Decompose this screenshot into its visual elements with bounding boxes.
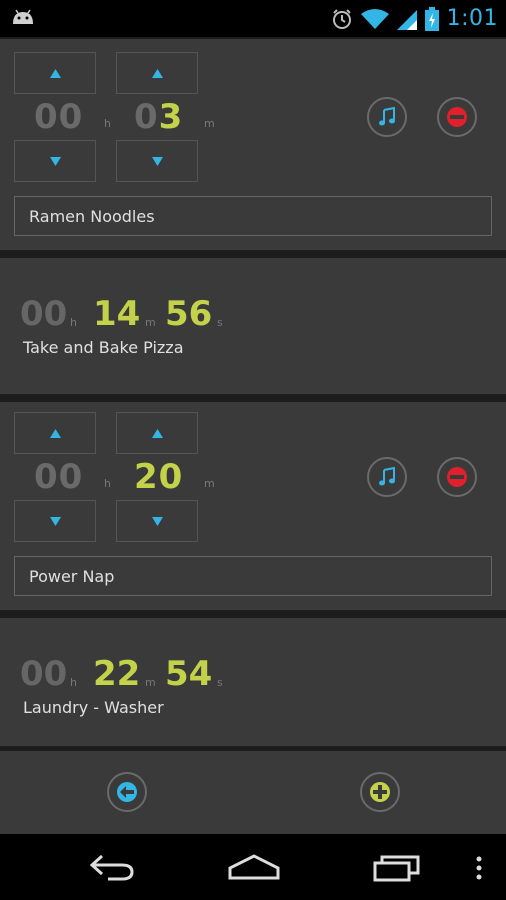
hours-value: 00 <box>34 457 84 497</box>
hours-value: 00 <box>34 97 84 137</box>
running-hours-unit: h <box>70 676 77 689</box>
back-button[interactable] <box>107 772 147 812</box>
alarm-icon <box>332 8 351 29</box>
music-note-icon <box>379 467 395 486</box>
running-seconds: 54 <box>165 654 213 694</box>
down-arrow-icon <box>151 516 163 526</box>
nav-recents-icon[interactable] <box>372 852 422 882</box>
hours-up-button[interactable] <box>14 52 96 94</box>
android-icon <box>13 9 33 24</box>
timer-name-label: Laundry - Washer <box>23 698 164 717</box>
wifi-icon <box>360 8 389 29</box>
plus-icon <box>370 782 390 802</box>
up-arrow-icon <box>151 428 163 438</box>
running-hours: 00 <box>20 294 68 334</box>
hours-down-button[interactable] <box>14 500 96 542</box>
down-arrow-icon <box>151 156 163 166</box>
running-seconds: 56 <box>165 294 213 334</box>
hours-unit: h <box>104 477 111 490</box>
minutes-down-button[interactable] <box>116 500 198 542</box>
down-arrow-icon <box>49 516 61 526</box>
overflow-menu-icon[interactable] <box>474 856 484 880</box>
minutes-up-button[interactable] <box>116 52 198 94</box>
running-seconds-unit: s <box>217 676 223 689</box>
music-note-icon <box>379 107 395 126</box>
timer-name-label: Take and Bake Pizza <box>23 338 184 357</box>
minutes-value: 03 <box>134 97 184 137</box>
minutes-up-button[interactable] <box>116 412 198 454</box>
timer-card-edit-1: 00 h 03 m Ramen Noodles <box>0 37 506 252</box>
remove-timer-button[interactable] <box>437 97 477 137</box>
timer-card-running-1[interactable]: 00 h 14 m 56 s Take and Bake Pizza <box>0 256 506 396</box>
minus-icon <box>447 467 467 487</box>
timer-card-edit-2: 00 h 20 m Power Nap <box>0 400 506 612</box>
signal-icon <box>396 9 417 30</box>
action-bar <box>0 748 506 834</box>
running-minutes: 14 <box>93 294 141 334</box>
running-hours: 00 <box>20 654 68 694</box>
battery-icon <box>424 6 439 31</box>
running-minutes: 22 <box>93 654 141 694</box>
running-minutes-unit: m <box>145 676 156 689</box>
running-minutes-unit: m <box>145 316 156 329</box>
up-arrow-icon <box>49 68 61 78</box>
back-arrow-icon <box>117 782 137 802</box>
minutes-down-button[interactable] <box>116 140 198 182</box>
add-timer-button[interactable] <box>360 772 400 812</box>
down-arrow-icon <box>49 156 61 166</box>
sound-button[interactable] <box>367 97 407 137</box>
hours-down-button[interactable] <box>14 140 96 182</box>
up-arrow-icon <box>49 428 61 438</box>
sound-button[interactable] <box>367 457 407 497</box>
status-clock: 1:01 <box>446 6 498 31</box>
status-bar: 1:01 <box>0 0 506 37</box>
minus-icon <box>447 107 467 127</box>
minutes-value: 20 <box>134 457 184 497</box>
system-nav-bar <box>0 834 506 900</box>
timer-card-running-2[interactable]: 00 h 22 m 54 s Laundry - Washer <box>0 616 506 748</box>
up-arrow-icon <box>151 68 163 78</box>
hours-up-button[interactable] <box>14 412 96 454</box>
nav-home-icon[interactable] <box>226 852 282 882</box>
running-seconds-unit: s <box>217 316 223 329</box>
minutes-unit: m <box>204 117 215 130</box>
timer-name-field[interactable]: Power Nap <box>14 556 492 596</box>
hours-unit: h <box>104 117 111 130</box>
remove-timer-button[interactable] <box>437 457 477 497</box>
minutes-unit: m <box>204 477 215 490</box>
timer-name-field[interactable]: Ramen Noodles <box>14 196 492 236</box>
running-hours-unit: h <box>70 316 77 329</box>
nav-back-icon[interactable] <box>88 852 136 882</box>
